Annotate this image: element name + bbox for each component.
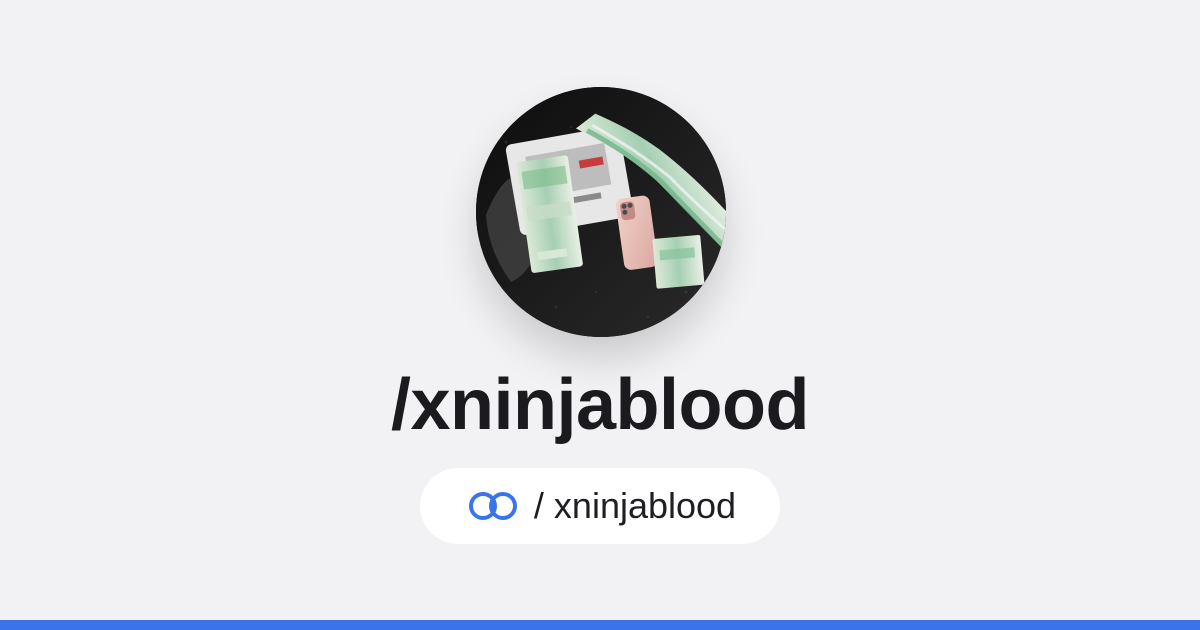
profile-card: /xninjablood / xninjablood (0, 0, 1200, 620)
profile-link-pill[interactable]: / xninjablood (420, 468, 780, 544)
avatar (476, 87, 726, 337)
linked-rings-icon (464, 489, 522, 523)
profile-title: /xninjablood (391, 365, 809, 445)
bottom-accent-bar (0, 620, 1200, 630)
profile-link-handle[interactable]: / xninjablood (534, 485, 736, 527)
